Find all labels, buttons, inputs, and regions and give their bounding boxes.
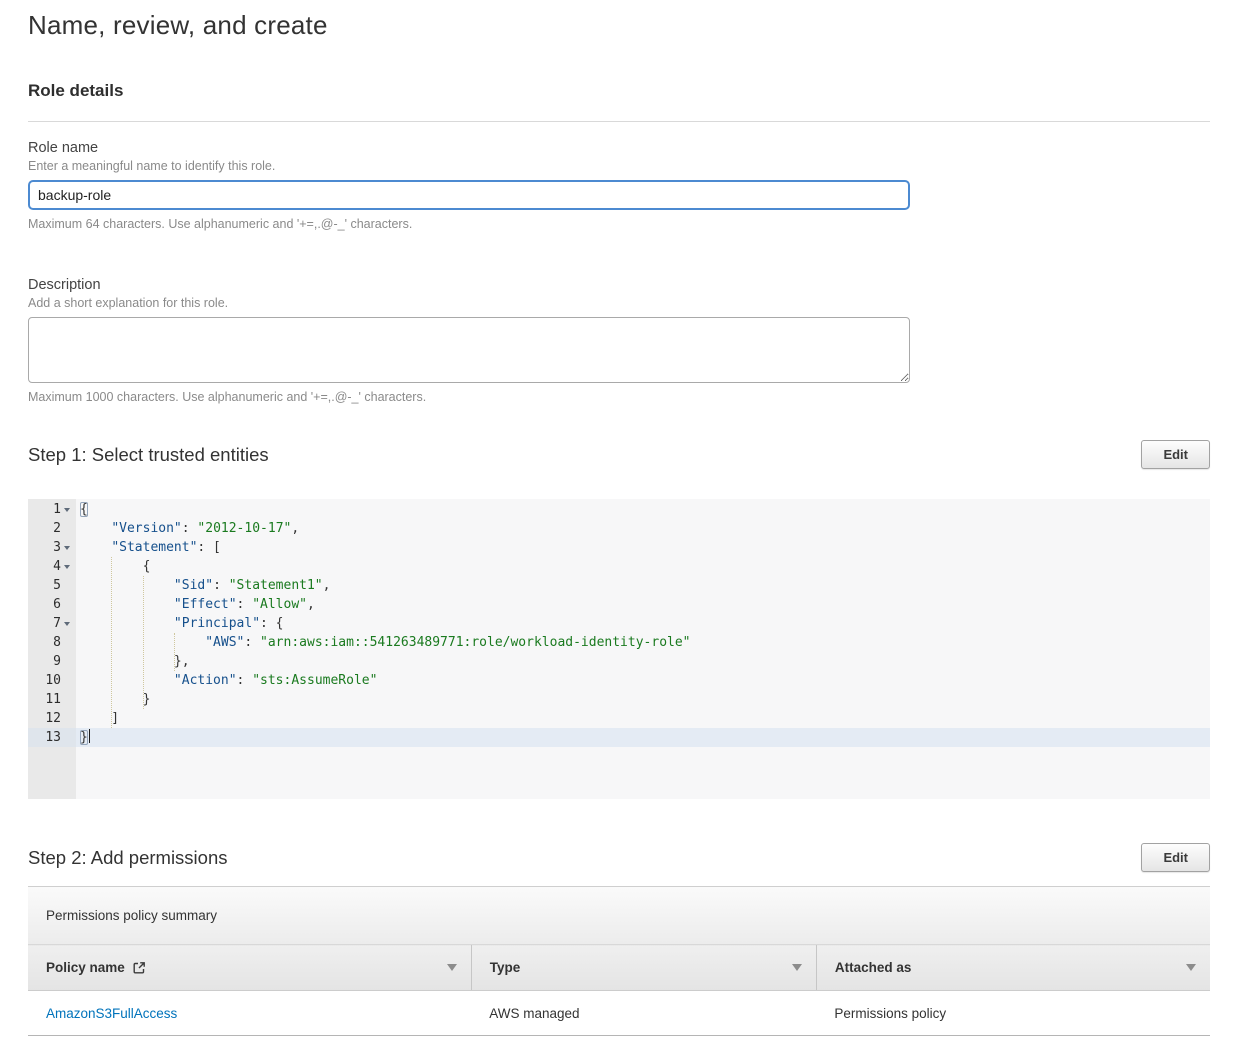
table-row: AmazonS3FullAccess AWS managed Permissio… xyxy=(28,991,1210,1036)
step1-header: Step 1: Select trusted entities Edit xyxy=(28,440,1210,469)
permissions-panel-header: Permissions policy summary xyxy=(28,887,1210,944)
role-name-input[interactable] xyxy=(28,180,910,210)
role-name-field-group: Role name Enter a meaningful name to ide… xyxy=(28,140,1210,231)
description-hint: Add a short explanation for this role. xyxy=(28,296,1210,310)
description-textarea[interactable] xyxy=(28,317,910,383)
step2-heading: Step 2: Add permissions xyxy=(28,847,228,869)
permissions-panel: Permissions policy summary Policy name xyxy=(28,886,1210,1036)
sort-icon[interactable] xyxy=(447,964,457,971)
description-helper: Maximum 1000 characters. Use alphanumeri… xyxy=(28,390,1210,404)
code-lines: 1{2 "Version": "2012-10-17",3 "Statement… xyxy=(28,499,1210,747)
description-field-group: Description Add a short explanation for … xyxy=(28,277,1210,404)
permissions-table: Policy name xyxy=(28,944,1210,1036)
column-header-policy-name[interactable]: Policy name xyxy=(28,945,471,991)
sort-icon[interactable] xyxy=(1186,964,1196,971)
page: Name, review, and create Role details Ro… xyxy=(0,0,1242,1036)
column-header-type[interactable]: Type xyxy=(471,945,816,991)
column-label-attached-as: Attached as xyxy=(835,960,912,975)
policy-type-cell: AWS managed xyxy=(471,991,816,1036)
role-name-helper: Maximum 64 characters. Use alphanumeric … xyxy=(28,217,1210,231)
role-name-label: Role name xyxy=(28,140,1210,156)
column-header-attached-as[interactable]: Attached as xyxy=(816,945,1210,991)
policy-link[interactable]: AmazonS3FullAccess xyxy=(46,1006,177,1021)
column-label-policy-name: Policy name xyxy=(46,960,125,975)
step2-header: Step 2: Add permissions Edit xyxy=(28,843,1210,872)
sort-icon[interactable] xyxy=(792,964,802,971)
role-details-heading: Role details xyxy=(28,81,1210,101)
description-label: Description xyxy=(28,277,1210,293)
trust-policy-editor[interactable]: 1{2 "Version": "2012-10-17",3 "Statement… xyxy=(28,499,1210,799)
role-details-divider xyxy=(28,121,1210,122)
column-label-type: Type xyxy=(490,960,521,975)
step2-edit-button[interactable]: Edit xyxy=(1141,843,1210,872)
step1-edit-button[interactable]: Edit xyxy=(1141,440,1210,469)
external-link-icon xyxy=(132,961,146,975)
attached-as-cell: Permissions policy xyxy=(816,991,1210,1036)
policy-name-cell: AmazonS3FullAccess xyxy=(28,991,471,1036)
permissions-panel-title: Permissions policy summary xyxy=(46,908,217,923)
step1-heading: Step 1: Select trusted entities xyxy=(28,444,269,466)
page-title: Name, review, and create xyxy=(28,10,1210,41)
role-name-hint: Enter a meaningful name to identify this… xyxy=(28,159,1210,173)
